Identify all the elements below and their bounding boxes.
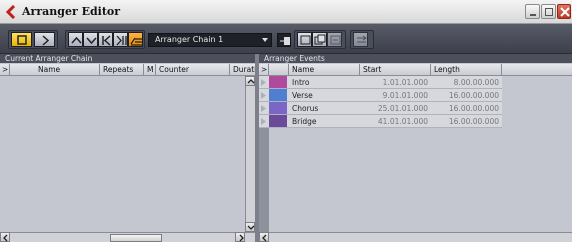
mode-column-header[interactable]: M <box>144 64 156 76</box>
event-name-cell[interactable]: Bridge <box>292 115 358 128</box>
current-chain-panel: Current Arranger Chain > Name Repeats M … <box>0 54 255 242</box>
events-horizontal-scrollbar[interactable] <box>259 232 572 242</box>
flatten-chain-button[interactable] <box>353 32 368 47</box>
scroll-right-button[interactable] <box>235 232 245 242</box>
mode-icon <box>130 37 142 46</box>
minimize-button[interactable] <box>525 4 540 19</box>
empty-column-header <box>502 64 562 76</box>
close-icon <box>560 7 570 17</box>
event-start-cell[interactable]: 1.01.01.000 <box>360 76 428 89</box>
event-color-swatch <box>269 76 287 88</box>
maximize-icon <box>545 8 553 16</box>
event-color-swatch <box>269 115 287 127</box>
move-up-button[interactable] <box>68 32 83 47</box>
chain-select-value: Arranger Chain 1 <box>155 35 224 44</box>
stop-icon <box>17 35 27 45</box>
arrow-left-icon <box>3 234 8 242</box>
chain-function-icon <box>280 37 290 45</box>
event-length-cell[interactable]: 16.00.00.000 <box>431 115 499 128</box>
duplicate-icon <box>314 34 326 45</box>
event-name-cell[interactable]: Chorus <box>292 102 358 115</box>
stop-button[interactable] <box>11 32 32 47</box>
counter-column-header[interactable]: Counter <box>156 64 230 76</box>
minimize-icon <box>530 14 536 16</box>
name-column-header[interactable]: Name <box>10 64 100 76</box>
arranger-events-panel: Arranger Events > Name Start Length Intr… <box>259 54 572 242</box>
scroll-left-button[interactable] <box>0 232 10 242</box>
expand-column-header[interactable]: > <box>0 64 10 76</box>
event-color-swatch <box>269 89 287 101</box>
cubase-logo-icon <box>5 5 16 19</box>
arranger-chain-select[interactable]: Arranger Chain 1 <box>148 33 272 47</box>
scroll-down-button[interactable] <box>245 222 255 232</box>
event-name-cell[interactable]: Intro <box>292 76 358 89</box>
chain-horizontal-scrollbar[interactable] <box>0 232 255 242</box>
chevron-up-icon <box>71 36 82 44</box>
current-chain-title: Current Arranger Chain <box>0 54 255 63</box>
repeats-column-header[interactable]: Repeats <box>100 64 144 76</box>
event-row[interactable]: Chorus 25.01.01.000 16.00.00.000 <box>259 102 502 115</box>
chain-vertical-scrollbar[interactable] <box>245 76 255 232</box>
length-column-header[interactable]: Length <box>431 64 502 76</box>
event-row[interactable]: Bridge 41.01.01.000 16.00.00.000 <box>259 115 502 128</box>
arrow-right-icon <box>239 234 244 242</box>
dropdown-arrow-icon <box>262 38 268 42</box>
play-button[interactable] <box>34 32 55 47</box>
skip-forward-icon <box>116 35 127 46</box>
activate-mode-button[interactable] <box>128 32 143 47</box>
event-start-cell[interactable]: 25.01.01.000 <box>360 102 428 115</box>
event-length-cell[interactable]: 16.00.00.000 <box>431 102 499 115</box>
scroll-up-button[interactable] <box>245 76 255 86</box>
toolbar: Arranger Chain 1 <box>0 24 572 54</box>
maximize-button[interactable] <box>541 4 556 19</box>
previous-button[interactable] <box>98 32 113 47</box>
close-button[interactable] <box>557 4 571 19</box>
events-expand-column-header[interactable]: > <box>259 64 269 76</box>
event-color-swatch <box>269 102 287 114</box>
next-button[interactable] <box>113 32 128 47</box>
expand-triangle-icon[interactable] <box>260 92 267 99</box>
expand-triangle-icon[interactable] <box>260 105 267 112</box>
event-start-cell[interactable]: 41.01.01.000 <box>360 115 428 128</box>
window-title: Arranger Editor <box>22 5 121 18</box>
event-length-cell[interactable]: 16.00.00.000 <box>431 89 499 102</box>
title-bar: Arranger Editor <box>0 0 572 24</box>
event-row[interactable]: Intro 1.01.01.000 8.00.00.000 <box>259 76 502 89</box>
chevron-down-icon <box>86 37 97 45</box>
chain-function-button[interactable] <box>277 33 291 47</box>
duplicate-chain-button[interactable] <box>312 32 327 47</box>
color-column-header <box>269 64 289 76</box>
chain-table-header: > Name Repeats M Counter Duratio <box>0 64 255 76</box>
arrow-left-icon <box>262 234 267 242</box>
events-table-header: > Name Start Length <box>259 64 572 76</box>
expand-triangle-icon[interactable] <box>260 118 267 125</box>
skip-back-icon <box>102 35 111 46</box>
remove-icon <box>330 35 341 45</box>
start-column-header[interactable]: Start <box>360 64 431 76</box>
flatten-icon <box>357 35 367 43</box>
event-start-cell[interactable]: 9.01.01.000 <box>360 89 428 102</box>
expand-triangle-icon[interactable] <box>260 79 267 86</box>
duration-column-header[interactable]: Duratio <box>230 64 255 76</box>
events-scroll-left-button[interactable] <box>259 232 269 242</box>
horizontal-scroll-thumb[interactable] <box>110 234 162 242</box>
event-length-cell[interactable]: 8.00.00.000 <box>431 76 499 89</box>
remove-chain-button[interactable] <box>327 32 342 47</box>
move-down-button[interactable] <box>83 32 98 47</box>
arranger-events-title: Arranger Events <box>259 54 572 63</box>
play-icon <box>42 35 50 46</box>
event-row[interactable]: Verse 9.01.01.000 16.00.00.000 <box>259 89 502 102</box>
events-name-column-header[interactable]: Name <box>289 64 360 76</box>
new-chain-button[interactable] <box>297 32 312 47</box>
event-name-cell[interactable]: Verse <box>292 89 358 102</box>
new-chain-icon <box>300 35 311 45</box>
